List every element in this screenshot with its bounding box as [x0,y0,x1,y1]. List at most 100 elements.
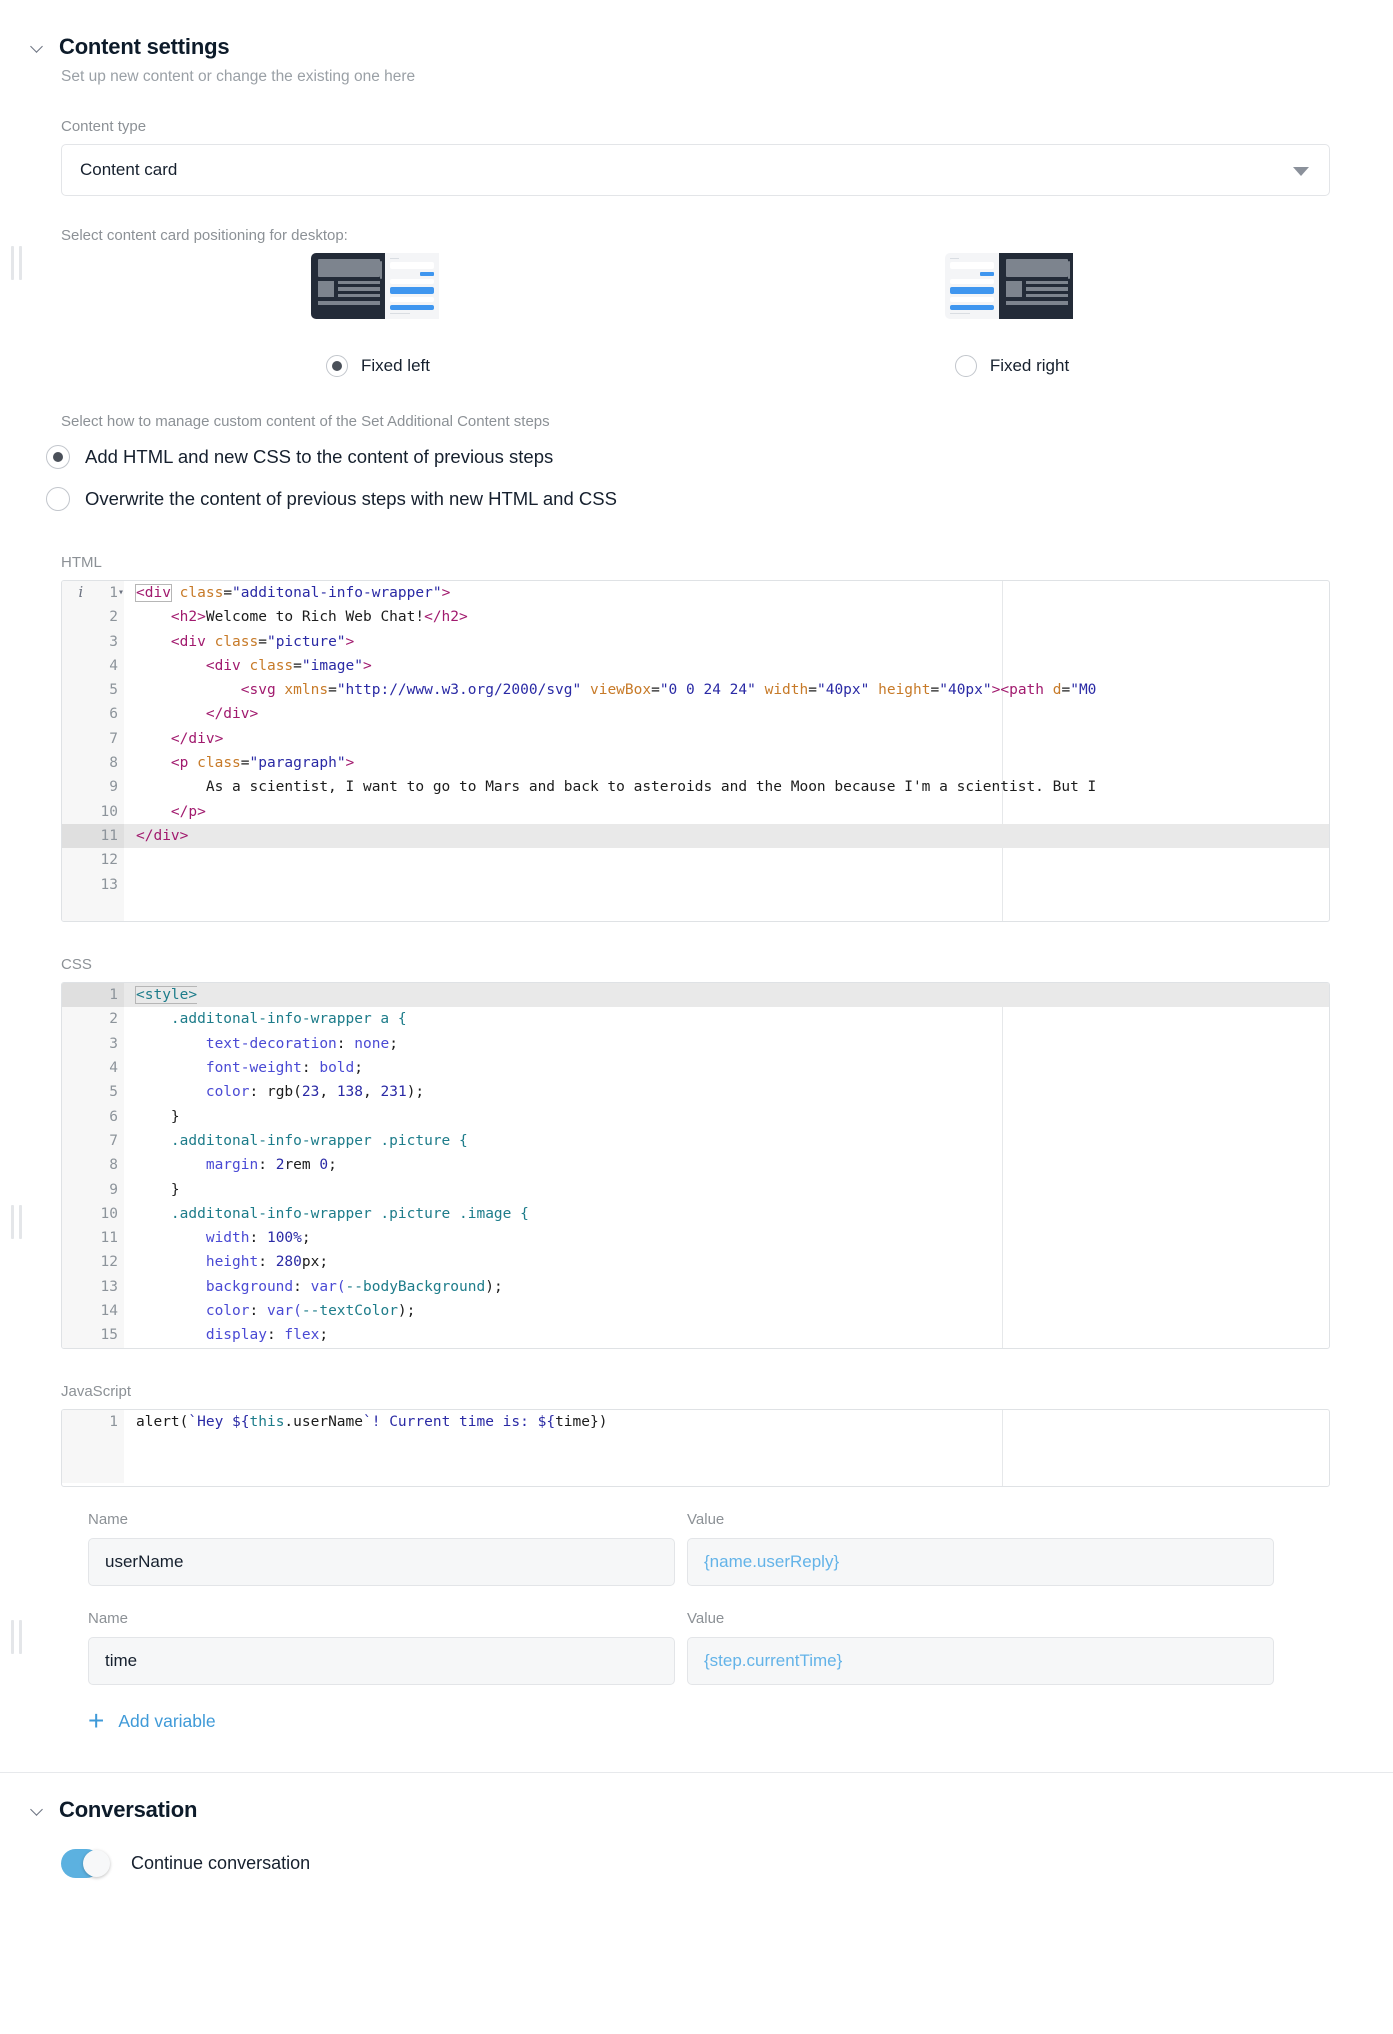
continue-conversation-toggle[interactable] [61,1848,113,1878]
radio-add-html-css[interactable]: Add HTML and new CSS to the content of p… [46,436,1393,478]
code-line[interactable]: 13 [62,872,1329,897]
positioning-option-fixed-left[interactable]: Fixed left [61,253,695,377]
line-gutter: 9 [62,1177,124,1202]
drag-handle-bar [18,1205,22,1239]
radio-label: Overwrite the content of previous steps … [85,488,617,509]
code-text: <svg xmlns="http://www.w3.org/2000/svg" … [240,682,1097,699]
content-type-select[interactable]: Content card [61,144,1330,196]
radio-indicator[interactable] [326,355,348,377]
code-line[interactable]: 3 ▾ <div class="picture"> [62,629,1329,695]
variable-name-input[interactable]: userName [88,1537,675,1586]
code-line[interactable]: 2 ▾ .additonal-info-wrapper a { [62,1007,1329,1049]
code-line[interactable]: 10 ▾ .additonal-info-wrapper .picture .i… [62,1201,1329,1227]
chevron-down-icon[interactable] [31,1803,45,1817]
line-gutter: 8 [62,751,124,776]
variable-value-label: Value [687,1510,725,1528]
radio-indicator[interactable] [46,487,70,511]
code-text: <div class="additonal-info-wrapper"> [135,584,451,602]
drag-handle-css[interactable] [8,1205,24,1239]
thumbnail-fixed-right[interactable] [945,253,1079,319]
html-editor-label: HTML [61,554,102,571]
variable-name-label: Name [88,1510,129,1528]
code-line[interactable]: 9 As a scientist, I want to go to Mars a… [62,775,1329,800]
positioning-option-fixed-right[interactable]: Fixed right [695,253,1329,377]
code-line[interactable]: 6 } [62,1104,1329,1129]
variable-name-input[interactable]: time [88,1636,675,1685]
javascript-code-editor[interactable]: 1 alert(`Hey ${this.userName`! Current t… [61,1408,1330,1487]
code-text: <style> [134,986,198,1005]
thumbnail-fixed-left[interactable] [311,253,445,319]
variable-value-field: Value {name.userReply} [687,1511,1274,1586]
code-line[interactable]: 2 <h2>Welcome to Rich Web Chat!</h2> [62,605,1329,630]
variable-row: Name userName Value {name.userReply} [61,1511,1393,1586]
thumbnail-chat-panel [945,253,999,319]
chevron-down-icon[interactable] [31,40,45,54]
code-line[interactable]: 5 <svg xmlns="http://www.w3.org/2000/svg… [62,678,1329,703]
radio-fixed-right[interactable]: Fixed right [954,355,1069,377]
conversation-header[interactable]: Conversation [0,1797,1393,1823]
code-line[interactable]: 6 </div> [62,702,1329,727]
code-line[interactable]: 4 font-weight: bold; [62,1056,1329,1081]
js-editor-label: JavaScript [61,1382,132,1400]
line-gutter: 1 [62,983,124,1008]
drag-handle-bar [10,1620,14,1654]
code-line[interactable]: 9 } [62,1177,1329,1202]
continue-conversation-label: Continue conversation [131,1852,311,1873]
code-line[interactable]: 7 </div> [62,726,1329,752]
code-line[interactable]: 3 text-decoration: none; [62,1031,1329,1057]
drag-handle-positioning[interactable] [8,246,24,280]
content-type-value: Content card [80,160,178,179]
code-text: } [170,1181,180,1198]
radio-label: Fixed left [361,356,430,375]
variable-value-input[interactable]: {name.userReply} [687,1537,1274,1586]
code-line[interactable]: 12 [62,848,1329,873]
drag-handle-variables[interactable] [8,1620,24,1654]
code-text: background: var(--bodyBackground); [205,1278,503,1295]
positioning-options: Fixed left Fixed right [61,253,1393,377]
code-line[interactable]: 12 height: 280px; [62,1250,1329,1275]
radio-overwrite-html-css[interactable]: Overwrite the content of previous steps … [46,478,1393,520]
add-variable-button[interactable]: + Add variable [61,1707,1393,1735]
code-line[interactable]: 14 color: var(--textColor); [62,1299,1329,1324]
thumbnail-hero [1006,259,1068,277]
code-line[interactable]: i 1 ▾ <div class="additonal-info-wrapper… [62,581,1329,606]
css-code-editor[interactable]: 1 <style> 2 ▾ .additonal-info-wrapper a … [61,982,1330,1349]
code-line-active[interactable]: 11 </div> [62,823,1329,849]
chevron-down-icon[interactable] [1293,167,1309,176]
fold-arrow-icon[interactable]: ▾ [118,921,124,922]
code-text: <div class="picture"> [170,633,355,650]
drag-handle-bar [10,246,14,280]
line-gutter: 11 [62,823,124,849]
continue-conversation-row[interactable]: Continue conversation [0,1848,1393,1878]
code-text: alert(`Hey ${this.userName`! Current tim… [136,1413,608,1430]
code-line[interactable]: 13 background: var(--bodyBackground); [62,1274,1329,1300]
code-line[interactable]: 5 color: rgb(23, 138, 231); [62,1080,1329,1105]
content-type-label: Content type [61,118,147,135]
code-line[interactable]: 8 margin: 2rem 0; [62,1153,1329,1178]
radio-indicator[interactable] [46,445,70,469]
html-code-editor[interactable]: i 1 ▾ <div class="additonal-info-wrapper… [61,580,1330,923]
code-text: color: rgb(23, 138, 231); [205,1084,425,1101]
code-line[interactable]: 11 width: 100%; [62,1226,1329,1251]
radio-fixed-left[interactable]: Fixed left [326,355,430,377]
radio-indicator[interactable] [954,355,977,377]
code-line[interactable]: 10 </p> [62,799,1329,824]
editor-padding [62,1433,1329,1459]
fold-arrow-icon[interactable]: ▾ [118,581,124,605]
content-settings-header[interactable]: Content settings [0,34,1393,60]
line-gutter: 6 [62,1104,124,1129]
code-line[interactable]: 4 ▾ <div class="image"> [62,653,1329,744]
line-gutter: 8 [62,1153,124,1178]
code-line[interactable]: 1 alert(`Hey ${this.userName`! Current t… [62,1409,1329,1434]
code-line-active[interactable]: 1 <style> [62,983,1329,1008]
variable-value-field: Value {step.currentTime} [687,1610,1274,1685]
code-line[interactable]: 15 display: flex; [62,1323,1329,1348]
info-icon[interactable]: i [78,585,83,601]
content-settings-section: Content settings Set up new content or c… [0,0,1393,1773]
line-gutter: 10 [62,1201,124,1227]
variable-value-label: Value [687,1609,725,1627]
variable-value-input[interactable]: {step.currentTime} [687,1636,1274,1685]
code-line[interactable]: 7 ▾ .additonal-info-wrapper .picture { [62,1128,1329,1292]
code-line[interactable]: 8 ▾ <p class="paragraph"> [62,751,1329,776]
